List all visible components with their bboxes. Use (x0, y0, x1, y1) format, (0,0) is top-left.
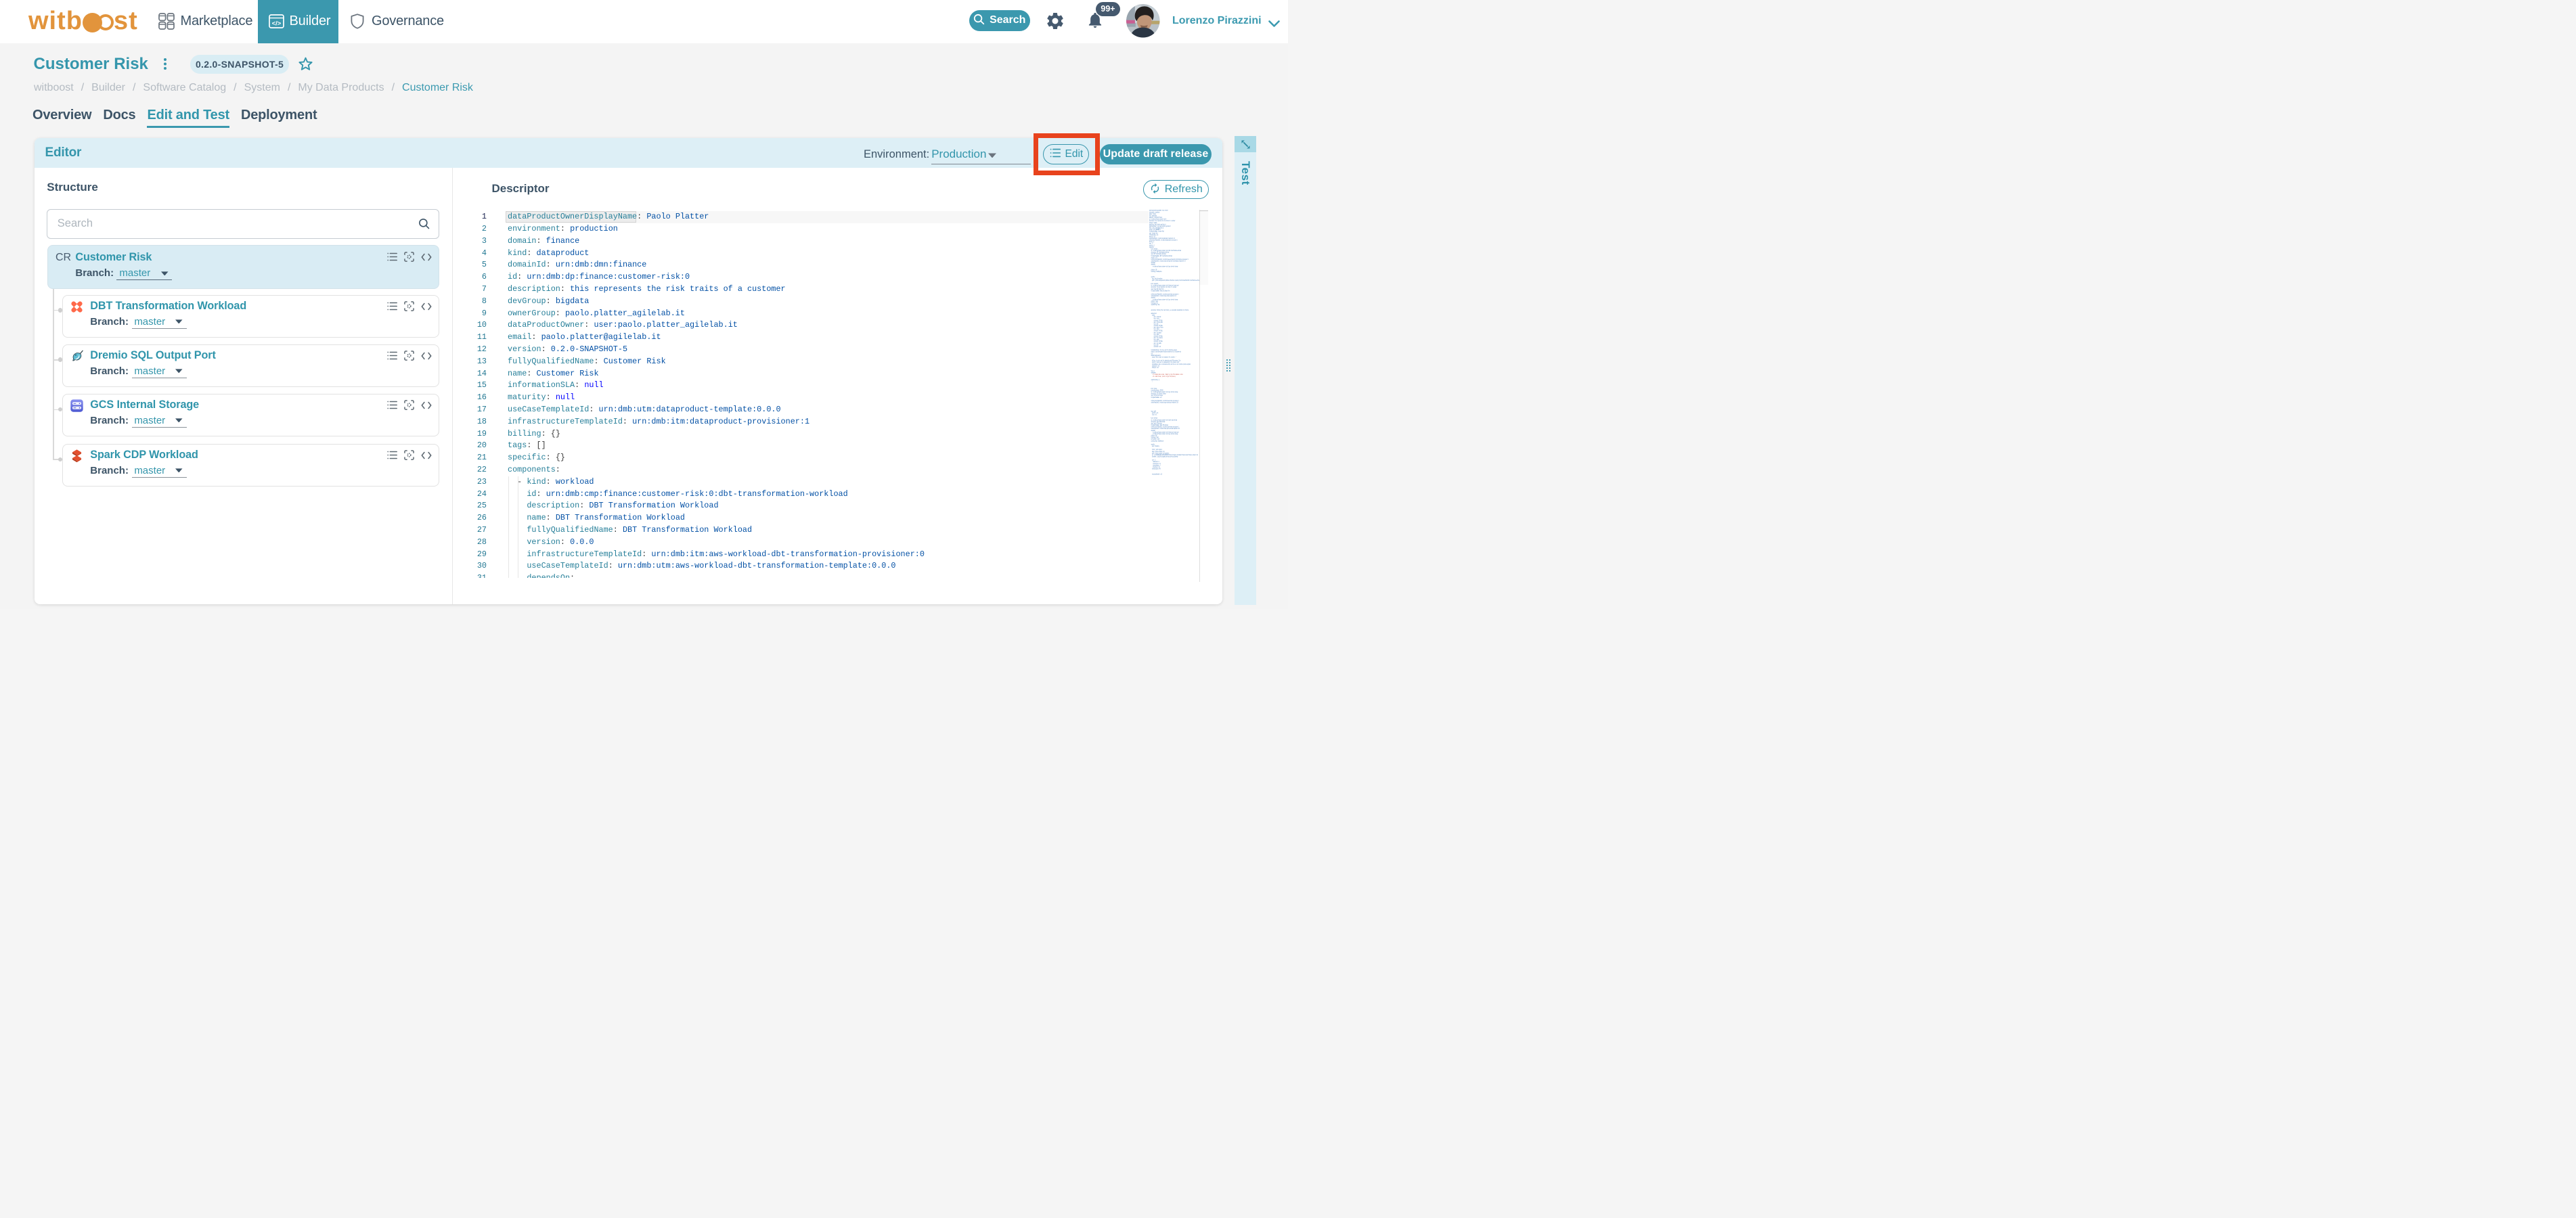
svg-text:</>: </> (272, 20, 282, 28)
